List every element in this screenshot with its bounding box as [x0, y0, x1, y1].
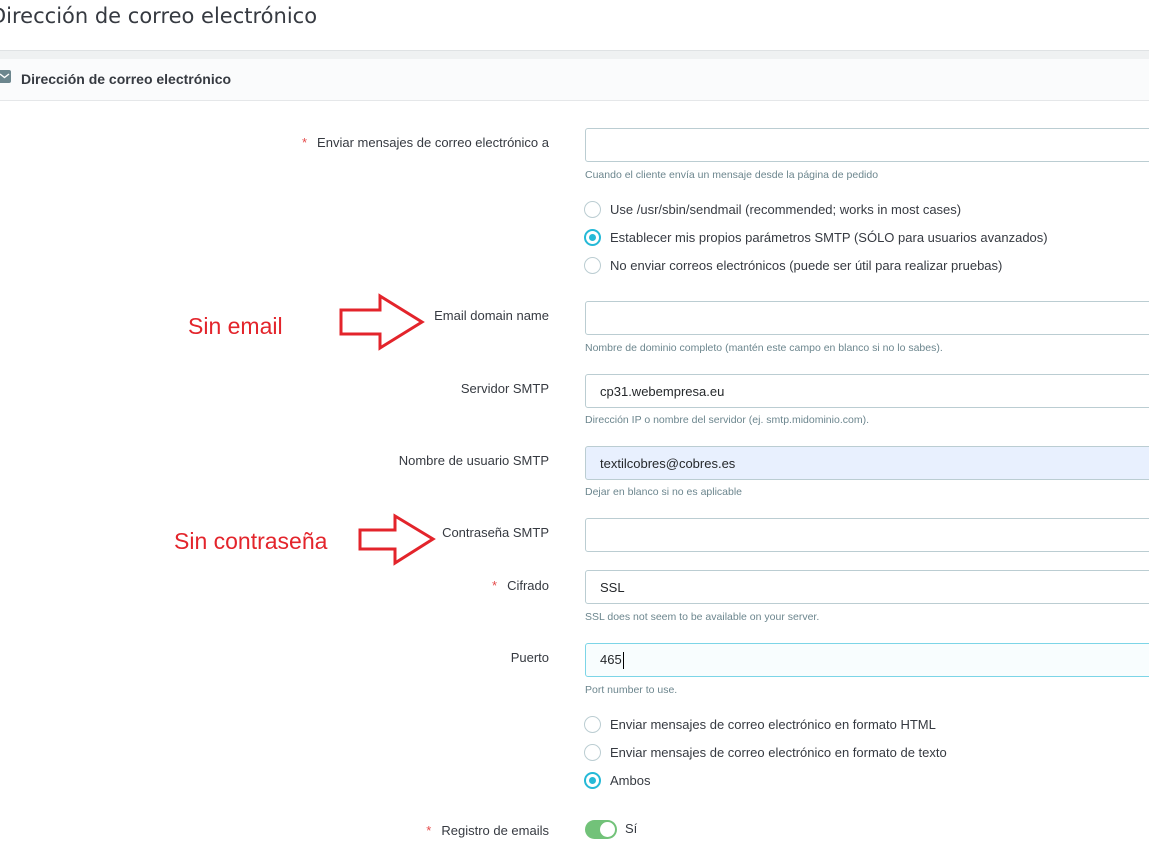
- annotation-no-email: Sin email: [188, 313, 283, 339]
- port-input[interactable]: 465: [585, 643, 1149, 677]
- mail-method-sendmail[interactable]: Use /usr/sbin/sendmail (recommended; wor…: [584, 199, 961, 219]
- send-to-label: * Enviar mensajes de correo electrónico a: [301, 135, 549, 150]
- smtp-user-input[interactable]: [585, 446, 1149, 480]
- smtp-user-help: Dejar en blanco si no es aplicable: [585, 486, 743, 498]
- email-log-toggle-label: Sí: [625, 821, 638, 836]
- radio-format-text[interactable]: [584, 743, 601, 761]
- port-label: Puerto: [510, 650, 549, 665]
- smtp-server-help: Dirección IP o nombre del servidor (ej. …: [585, 414, 869, 426]
- smtp-server-label: Servidor SMTP: [460, 381, 549, 396]
- panel-title: Dirección de correo electrónico: [21, 71, 232, 87]
- smtp-password-input[interactable]: [585, 518, 1149, 552]
- title-separator: [0, 50, 1149, 59]
- email-log-label: * Registro de emails: [426, 823, 549, 838]
- envelope-icon: [0, 70, 11, 83]
- smtp-server-input[interactable]: [585, 374, 1149, 408]
- format-html[interactable]: Enviar mensajes de correo electrónico en…: [584, 714, 936, 734]
- encryption-select[interactable]: SSL: [585, 570, 1149, 604]
- email-domain-help: Nombre de dominio completo (mantén este …: [585, 342, 943, 354]
- smtp-password-label: Contraseña SMTP: [442, 525, 549, 540]
- format-text[interactable]: Enviar mensajes de correo electrónico en…: [584, 742, 947, 762]
- radio-smtp[interactable]: [584, 228, 601, 246]
- email-domain-label: Email domain name: [434, 308, 549, 323]
- arrow-right-icon: [339, 293, 425, 351]
- encryption-help: SSL does not seem to be available on you…: [585, 611, 820, 623]
- smtp-user-label: Nombre de usuario SMTP: [398, 453, 549, 468]
- mail-method-none[interactable]: No enviar correos electrónicos (puede se…: [584, 255, 1002, 275]
- required-asterisk: *: [492, 578, 498, 593]
- port-help: Port number to use.: [585, 684, 678, 696]
- send-to-input[interactable]: [585, 128, 1149, 162]
- radio-format-html[interactable]: [584, 715, 601, 733]
- annotation-no-password: Sin contraseña: [174, 528, 328, 554]
- radio-no-email[interactable]: [584, 256, 601, 274]
- required-asterisk: *: [301, 135, 308, 150]
- arrow-right-icon: [358, 513, 436, 566]
- email-domain-input[interactable]: [585, 301, 1149, 335]
- text-caret: [622, 652, 624, 670]
- encryption-label: * Cifrado: [492, 578, 549, 593]
- panel-heading: Dirección de correo electrónico: [0, 59, 1149, 101]
- page-title: Dirección de correo electrónico: [0, 4, 318, 28]
- email-log-toggle[interactable]: [585, 820, 617, 839]
- radio-sendmail[interactable]: [584, 200, 601, 218]
- format-both[interactable]: Ambos: [584, 770, 650, 790]
- required-asterisk: *: [426, 823, 432, 838]
- send-to-help: Cuando el cliente envía un mensaje desde…: [585, 169, 879, 181]
- mail-method-smtp[interactable]: Establecer mis propios parámetros SMTP (…: [584, 227, 1048, 247]
- radio-format-both[interactable]: [584, 771, 601, 789]
